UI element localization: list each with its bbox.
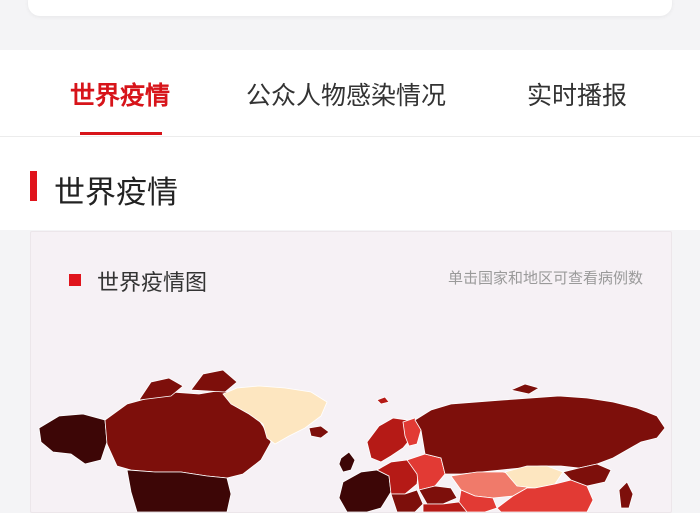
tab-public-figures[interactable]: 公众人物感染情况 xyxy=(246,76,446,112)
region-japan[interactable] xyxy=(618,481,634,509)
tab-bar: 世界疫情 公众人物感染情况 实时播报 xyxy=(0,50,700,137)
active-tab-indicator xyxy=(80,132,162,135)
section-header: 世界疫情 xyxy=(0,137,700,230)
region-uk[interactable] xyxy=(338,451,356,473)
region-russia[interactable] xyxy=(414,395,666,475)
region-western-europe[interactable] xyxy=(338,469,392,512)
region-isles[interactable] xyxy=(376,396,390,405)
region-ukraine[interactable] xyxy=(418,485,458,505)
section-accent-bar xyxy=(30,171,37,201)
region-arctic-islands-2[interactable] xyxy=(190,369,238,393)
region-alaska[interactable] xyxy=(38,413,108,465)
section-title: 世界疫情 xyxy=(54,175,178,211)
region-iceland[interactable] xyxy=(308,425,330,439)
world-map-card: 世界疫情图 单击国家和地区可查看病例数 xyxy=(30,231,672,513)
world-map[interactable] xyxy=(31,232,671,512)
tab-live-report[interactable]: 实时播报 xyxy=(527,76,627,112)
search-card xyxy=(28,0,672,16)
region-siberian-islands[interactable] xyxy=(509,383,540,395)
tab-world-epidemic[interactable]: 世界疫情 xyxy=(70,76,170,112)
